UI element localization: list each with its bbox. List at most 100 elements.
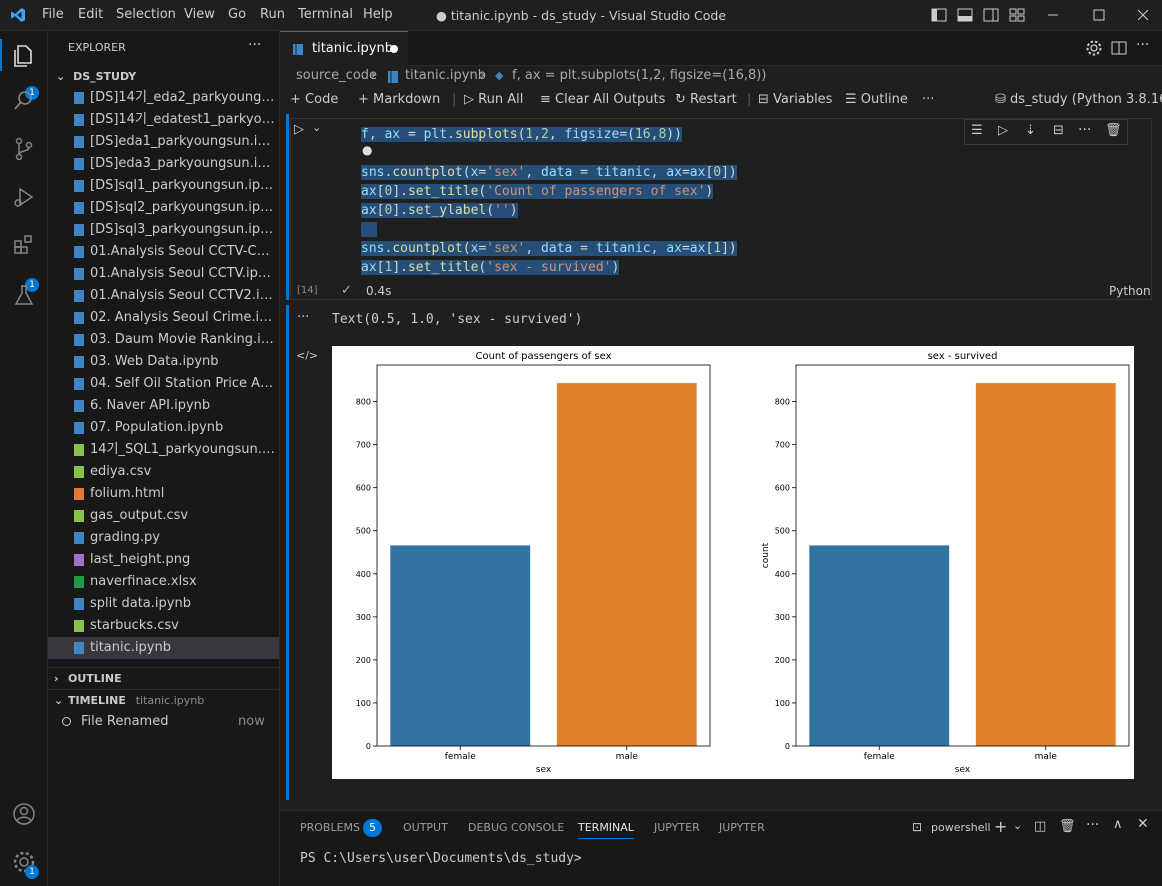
run-cell-icon[interactable]: ▷ [294, 122, 304, 137]
code-cell[interactable]: ▷ ⌄ ☰ ▷ ⇣ ⊟ ··· 🗑 f, ax = plt.subplots(1… [290, 118, 1152, 300]
file-item[interactable]: titanic.ipynb [48, 637, 279, 659]
file-item[interactable]: 03. Web Data.ipynb [48, 351, 279, 373]
bar-male [556, 383, 697, 746]
file-item[interactable]: split data.ipynb [48, 593, 279, 615]
variables-button[interactable]: ⊟ Variables [758, 92, 832, 107]
tab-jupyter[interactable]: JUPYTER [654, 821, 700, 834]
breadcrumb: source_code › titanic.ipynb › ◆ f, ax = … [280, 66, 1162, 88]
add-markdown-button[interactable]: + Markdown [358, 92, 440, 107]
file-item[interactable]: 01.Analysis Seoul CCTV-Copy1.... [48, 241, 279, 263]
kernel-picker[interactable]: ⛁ ds_study (Python 3.8.16) [995, 92, 1162, 107]
restart-button[interactable]: ↻ Restart [675, 92, 737, 107]
cell-language[interactable]: Python [1109, 284, 1151, 298]
file-item[interactable]: [DS]sql1_parkyoungsun.ipynb [48, 175, 279, 197]
file-item[interactable]: 04. Self Oil Station Price Analys... [48, 373, 279, 395]
file-item[interactable]: folium.html [48, 483, 279, 505]
run-by-line-icon[interactable]: ☰ [971, 123, 983, 138]
file-item[interactable]: 01.Analysis Seoul CCTV.ipynb [48, 263, 279, 285]
more-actions-icon[interactable]: ··· [1136, 37, 1149, 53]
file-item[interactable]: [DS]14기_edatest1_parkyoungs... [48, 109, 279, 131]
file-item[interactable]: 14기_SQL1_parkyoungsun.csv.c... [48, 439, 279, 461]
problems-count-badge: 5 [363, 819, 382, 837]
activity-bar: 1 1 1 [0, 31, 48, 886]
file-item[interactable]: [DS]eda3_parkyoungsun.ipynb [48, 153, 279, 175]
execution-count: [14] [297, 285, 318, 296]
maximize-panel-icon[interactable]: ∧ [1113, 817, 1123, 832]
breadcrumb-file[interactable]: titanic.ipynb [405, 68, 486, 83]
file-item[interactable]: last_height.png [48, 549, 279, 571]
folder-title[interactable]: ⌄ DS_STUDY [48, 67, 279, 87]
tab-output[interactable]: OUTPUT [403, 821, 448, 834]
x-tick-label: female [445, 752, 476, 762]
file-item[interactable]: ediya.csv [48, 461, 279, 483]
output-more-icon[interactable]: ··· [297, 310, 309, 325]
run-debug-icon[interactable] [10, 183, 38, 211]
more-actions-icon[interactable]: ··· [922, 92, 934, 107]
file-item[interactable]: [DS]14기_eda2_parkyoungsun.i... [48, 87, 279, 109]
file-item[interactable]: 02. Analysis Seoul Crime.ipynb [48, 307, 279, 329]
run-all-button[interactable]: ▷ Run All [464, 92, 523, 107]
maximize-icon[interactable] [1090, 6, 1108, 24]
tab-titanic[interactable]: titanic.ipynb [280, 31, 408, 66]
timeline-item[interactable]: File Renamed now [48, 711, 279, 733]
chevron-down-icon[interactable]: ⌄ [1013, 819, 1022, 832]
gear-icon[interactable] [1085, 39, 1103, 57]
file-item[interactable]: [DS]sql2_parkyoungsun.ipynb [48, 197, 279, 219]
execute-below-icon[interactable]: ⇣ [1025, 123, 1036, 138]
tab-debug-console[interactable]: DEBUG CONSOLE [468, 821, 564, 834]
toggle-panel-icon[interactable] [956, 6, 974, 24]
toggle-sidebar-icon[interactable] [930, 6, 948, 24]
close-panel-icon[interactable]: ✕ [1137, 816, 1149, 832]
tab-jupyter-2[interactable]: JUPYTER [719, 821, 765, 834]
file-item[interactable]: naverfinace.xlsx [48, 571, 279, 593]
outline-section[interactable]: › OUTLINE [48, 667, 279, 689]
file-item[interactable]: 6. Naver API.ipynb [48, 395, 279, 417]
file-item[interactable]: gas_output.csv [48, 505, 279, 527]
folder-name: DS_STUDY [73, 70, 137, 83]
file-item[interactable]: 01.Analysis Seoul CCTV2.ipynb [48, 285, 279, 307]
split-editor-icon[interactable] [1110, 39, 1128, 57]
y-tick-label: 0 [785, 742, 790, 751]
tab-terminal[interactable]: TERMINAL [578, 821, 634, 839]
more-actions-icon[interactable]: ··· [248, 37, 261, 53]
file-item[interactable]: grading.py [48, 527, 279, 549]
toggle-secondary-sidebar-icon[interactable] [982, 6, 1000, 24]
account-icon[interactable] [10, 800, 38, 828]
delete-cell-icon[interactable]: 🗑 [1105, 123, 1122, 138]
source-control-icon[interactable] [10, 135, 38, 163]
customize-layout-icon[interactable] [1008, 6, 1026, 24]
more-actions-icon[interactable]: ··· [1086, 817, 1099, 833]
clear-outputs-button[interactable]: ≡ Clear All Outputs [540, 92, 665, 107]
file-item[interactable]: 03. Daum Movie Ranking.ipynb [48, 329, 279, 351]
breadcrumb-cell[interactable]: f, ax = plt.subplots(1,2, figsize=(16,8)… [512, 68, 766, 83]
testing-icon[interactable] [10, 281, 38, 309]
search-icon[interactable] [10, 87, 38, 115]
explorer-icon[interactable] [10, 41, 38, 69]
execute-above-icon[interactable]: ▷ [998, 123, 1008, 138]
timeline-section[interactable]: ⌄ TIMELINE titanic.ipynb [48, 689, 279, 711]
run-menu-chevron-down-icon[interactable]: ⌄ [312, 121, 321, 134]
file-item[interactable]: [DS]sql3_parkyoungsun.ipynb [48, 219, 279, 241]
outline-button[interactable]: ☰ Outline [845, 92, 908, 107]
more-actions-icon[interactable]: ··· [1078, 122, 1091, 138]
breadcrumb-folder[interactable]: source_code [296, 68, 377, 83]
file-item[interactable]: [DS]eda1_parkyoungsun.ipynb [48, 131, 279, 153]
minimize-icon[interactable] [1044, 6, 1062, 24]
terminal-prompt[interactable]: PS C:\Users\user\Documents\ds_study> [300, 851, 582, 866]
split-terminal-icon[interactable]: ◫ [1034, 819, 1046, 834]
split-cell-icon[interactable]: ⊟ [1053, 123, 1064, 138]
file-name: [DS]sql2_parkyoungsun.ipynb [90, 200, 277, 215]
tab-problems[interactable]: PROBLEMS [300, 821, 360, 834]
add-code-button[interactable]: + Code [290, 92, 338, 107]
restart-label: Restart [690, 92, 737, 107]
unsaved-dot-icon[interactable] [390, 45, 398, 53]
file-item[interactable]: starbucks.csv [48, 615, 279, 637]
file-item[interactable]: 07. Population.ipynb [48, 417, 279, 439]
terminal-shell[interactable]: powershell [931, 821, 991, 834]
extensions-icon[interactable] [10, 231, 38, 259]
new-terminal-plus-icon[interactable]: + [994, 817, 1007, 836]
output-type-code-icon[interactable]: </> [296, 349, 318, 362]
close-icon[interactable] [1134, 6, 1152, 24]
kill-terminal-icon[interactable]: 🗑 [1059, 819, 1076, 834]
lightbulb-icon[interactable]: ● [362, 143, 372, 157]
